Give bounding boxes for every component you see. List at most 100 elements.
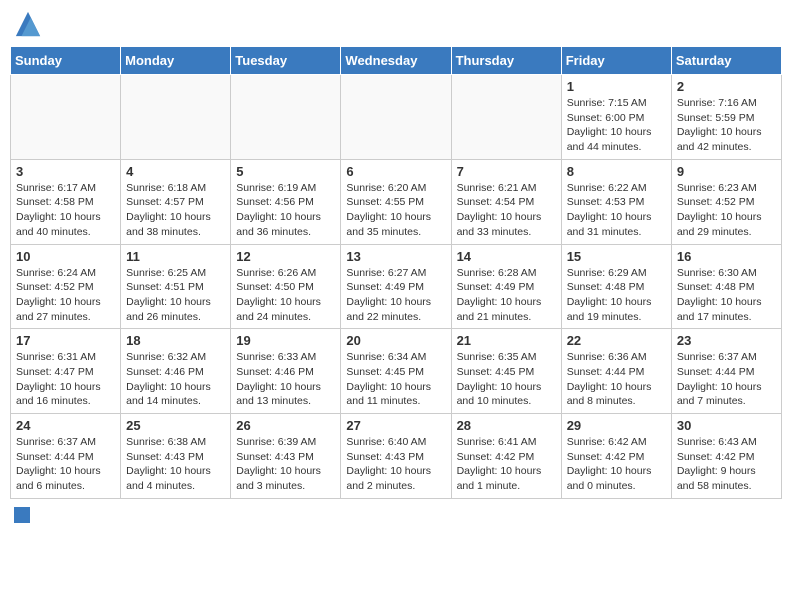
calendar-cell: 23 Sunrise: 6:37 AM Sunset: 4:44 PM Dayli…: [671, 329, 781, 414]
calendar-cell: 30Sunrise: 6:43 AM Sunset: 4:42 PM Dayli…: [671, 414, 781, 499]
day-number: 15: [567, 249, 666, 264]
day-number: 5: [236, 164, 335, 179]
calendar-cell: 4 Sunrise: 6:18 AM Sunset: 4:57 PM Daylig…: [121, 159, 231, 244]
day-info: Sunrise: 6:41 AM Sunset: 4:42 PM Dayligh…: [457, 435, 556, 494]
calendar-cell: 7 Sunrise: 6:21 AM Sunset: 4:54 PM Daylig…: [451, 159, 561, 244]
weekday-header-friday: Friday: [561, 47, 671, 75]
day-info: Sunrise: 6:17 AM Sunset: 4:58 PM Dayligh…: [16, 181, 115, 240]
calendar-cell: 2Sunrise: 7:16 AM Sunset: 5:59 PM Daylig…: [671, 75, 781, 160]
weekday-header-tuesday: Tuesday: [231, 47, 341, 75]
day-number: 24: [16, 418, 115, 433]
calendar-cell: 28 Sunrise: 6:41 AM Sunset: 4:42 PM Dayli…: [451, 414, 561, 499]
day-number: 27: [346, 418, 445, 433]
calendar-table: SundayMondayTuesdayWednesdayThursdayFrid…: [10, 46, 782, 499]
weekday-header-saturday: Saturday: [671, 47, 781, 75]
day-number: 21: [457, 333, 556, 348]
day-info: Sunrise: 6:20 AM Sunset: 4:55 PM Dayligh…: [346, 181, 445, 240]
day-number: 29: [567, 418, 666, 433]
day-info: Sunrise: 6:35 AM Sunset: 4:45 PM Dayligh…: [457, 350, 556, 409]
day-number: 7: [457, 164, 556, 179]
day-number: 3: [16, 164, 115, 179]
day-number: 16: [677, 249, 776, 264]
day-number: 11: [126, 249, 225, 264]
day-info: Sunrise: 7:16 AM Sunset: 5:59 PM Dayligh…: [677, 96, 776, 155]
calendar-cell: 20Sunrise: 6:34 AM Sunset: 4:45 PM Dayli…: [341, 329, 451, 414]
day-info: Sunrise: 6:34 AM Sunset: 4:45 PM Dayligh…: [346, 350, 445, 409]
day-number: 10: [16, 249, 115, 264]
weekday-header-thursday: Thursday: [451, 47, 561, 75]
day-number: 18: [126, 333, 225, 348]
day-number: 9: [677, 164, 776, 179]
calendar-cell: 12Sunrise: 6:26 AM Sunset: 4:50 PM Dayli…: [231, 244, 341, 329]
week-row-2: 3 Sunrise: 6:17 AM Sunset: 4:58 PM Daylig…: [11, 159, 782, 244]
day-info: Sunrise: 6:22 AM Sunset: 4:53 PM Dayligh…: [567, 181, 666, 240]
day-number: 22: [567, 333, 666, 348]
day-info: Sunrise: 6:36 AM Sunset: 4:44 PM Dayligh…: [567, 350, 666, 409]
day-number: 14: [457, 249, 556, 264]
calendar-cell: 16 Sunrise: 6:30 AM Sunset: 4:48 PM Dayli…: [671, 244, 781, 329]
day-number: 19: [236, 333, 335, 348]
day-info: Sunrise: 6:26 AM Sunset: 4:50 PM Dayligh…: [236, 266, 335, 325]
calendar-cell: 24 Sunrise: 6:37 AM Sunset: 4:44 PM Dayli…: [11, 414, 121, 499]
calendar-cell: 27 Sunrise: 6:40 AM Sunset: 4:43 PM Dayli…: [341, 414, 451, 499]
day-number: 4: [126, 164, 225, 179]
day-number: 17: [16, 333, 115, 348]
calendar-cell: 5Sunrise: 6:19 AM Sunset: 4:56 PM Daylig…: [231, 159, 341, 244]
day-info: Sunrise: 6:33 AM Sunset: 4:46 PM Dayligh…: [236, 350, 335, 409]
day-info: Sunrise: 6:27 AM Sunset: 4:49 PM Dayligh…: [346, 266, 445, 325]
calendar-cell: 10 Sunrise: 6:24 AM Sunset: 4:52 PM Dayli…: [11, 244, 121, 329]
calendar-cell: 11Sunrise: 6:25 AM Sunset: 4:51 PM Dayli…: [121, 244, 231, 329]
weekday-header-sunday: Sunday: [11, 47, 121, 75]
calendar-footer: [10, 507, 782, 523]
day-number: 23: [677, 333, 776, 348]
calendar-cell: 9 Sunrise: 6:23 AM Sunset: 4:52 PM Daylig…: [671, 159, 781, 244]
calendar-cell: [451, 75, 561, 160]
day-number: 25: [126, 418, 225, 433]
calendar-cell: 15Sunrise: 6:29 AM Sunset: 4:48 PM Dayli…: [561, 244, 671, 329]
day-info: Sunrise: 7:15 AM Sunset: 6:00 PM Dayligh…: [567, 96, 666, 155]
weekday-header-wednesday: Wednesday: [341, 47, 451, 75]
logo: [14, 10, 46, 38]
calendar-cell: 6 Sunrise: 6:20 AM Sunset: 4:55 PM Daylig…: [341, 159, 451, 244]
calendar-cell: 3 Sunrise: 6:17 AM Sunset: 4:58 PM Daylig…: [11, 159, 121, 244]
week-row-4: 17 Sunrise: 6:31 AM Sunset: 4:47 PM Dayli…: [11, 329, 782, 414]
day-info: Sunrise: 6:43 AM Sunset: 4:42 PM Dayligh…: [677, 435, 776, 494]
page-header: [10, 10, 782, 38]
day-info: Sunrise: 6:40 AM Sunset: 4:43 PM Dayligh…: [346, 435, 445, 494]
day-number: 26: [236, 418, 335, 433]
calendar-cell: 17 Sunrise: 6:31 AM Sunset: 4:47 PM Dayli…: [11, 329, 121, 414]
day-info: Sunrise: 6:37 AM Sunset: 4:44 PM Dayligh…: [677, 350, 776, 409]
day-info: Sunrise: 6:38 AM Sunset: 4:43 PM Dayligh…: [126, 435, 225, 494]
day-number: 8: [567, 164, 666, 179]
day-info: Sunrise: 6:37 AM Sunset: 4:44 PM Dayligh…: [16, 435, 115, 494]
day-info: Sunrise: 6:42 AM Sunset: 4:42 PM Dayligh…: [567, 435, 666, 494]
day-info: Sunrise: 6:21 AM Sunset: 4:54 PM Dayligh…: [457, 181, 556, 240]
day-info: Sunrise: 6:31 AM Sunset: 4:47 PM Dayligh…: [16, 350, 115, 409]
weekday-header-row: SundayMondayTuesdayWednesdayThursdayFrid…: [11, 47, 782, 75]
week-row-5: 24 Sunrise: 6:37 AM Sunset: 4:44 PM Dayli…: [11, 414, 782, 499]
calendar-cell: 19 Sunrise: 6:33 AM Sunset: 4:46 PM Dayli…: [231, 329, 341, 414]
day-info: Sunrise: 6:30 AM Sunset: 4:48 PM Dayligh…: [677, 266, 776, 325]
week-row-1: 1 Sunrise: 7:15 AM Sunset: 6:00 PM Daylig…: [11, 75, 782, 160]
calendar-cell: 1 Sunrise: 7:15 AM Sunset: 6:00 PM Daylig…: [561, 75, 671, 160]
day-number: 28: [457, 418, 556, 433]
calendar-cell: [231, 75, 341, 160]
calendar-cell: 21 Sunrise: 6:35 AM Sunset: 4:45 PM Dayli…: [451, 329, 561, 414]
calendar-cell: 22 Sunrise: 6:36 AM Sunset: 4:44 PM Dayli…: [561, 329, 671, 414]
calendar-cell: 26Sunrise: 6:39 AM Sunset: 4:43 PM Dayli…: [231, 414, 341, 499]
day-number: 1: [567, 79, 666, 94]
legend-color-box: [14, 507, 30, 523]
calendar-cell: 13 Sunrise: 6:27 AM Sunset: 4:49 PM Dayli…: [341, 244, 451, 329]
calendar-cell: 25 Sunrise: 6:38 AM Sunset: 4:43 PM Dayli…: [121, 414, 231, 499]
day-info: Sunrise: 6:24 AM Sunset: 4:52 PM Dayligh…: [16, 266, 115, 325]
calendar-cell: [121, 75, 231, 160]
day-number: 13: [346, 249, 445, 264]
calendar-cell: [11, 75, 121, 160]
day-number: 6: [346, 164, 445, 179]
calendar-cell: [341, 75, 451, 160]
day-info: Sunrise: 6:18 AM Sunset: 4:57 PM Dayligh…: [126, 181, 225, 240]
weekday-header-monday: Monday: [121, 47, 231, 75]
day-info: Sunrise: 6:23 AM Sunset: 4:52 PM Dayligh…: [677, 181, 776, 240]
calendar-cell: 18Sunrise: 6:32 AM Sunset: 4:46 PM Dayli…: [121, 329, 231, 414]
calendar-cell: 14Sunrise: 6:28 AM Sunset: 4:49 PM Dayli…: [451, 244, 561, 329]
